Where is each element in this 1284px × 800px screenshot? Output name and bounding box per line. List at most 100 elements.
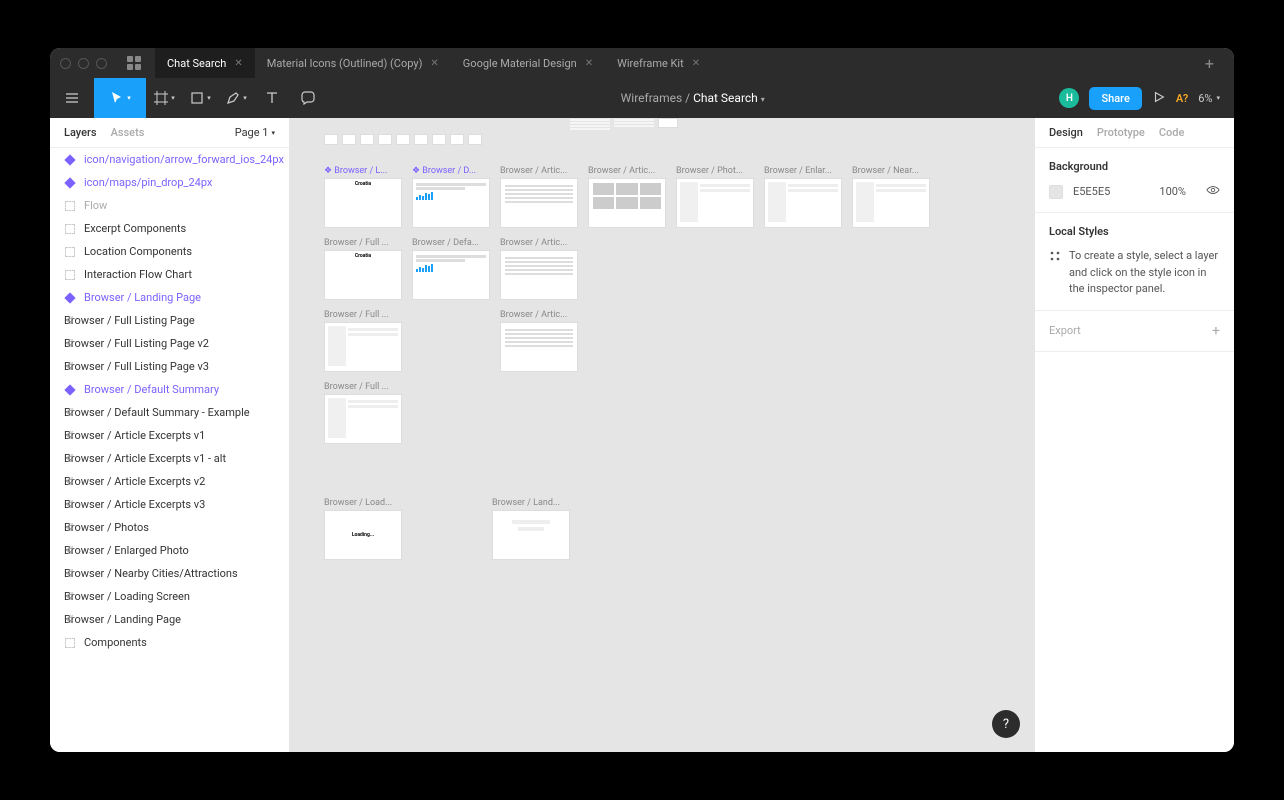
frame-thumbnail[interactable]: Croatia bbox=[324, 250, 402, 300]
tiny-frame[interactable] bbox=[324, 134, 338, 145]
layer-row[interactable]: Components bbox=[50, 631, 289, 654]
layer-row[interactable]: Browser / Article Excerpts v1 bbox=[50, 424, 289, 447]
comment-tool[interactable] bbox=[290, 78, 326, 118]
frame-thumbnail[interactable] bbox=[412, 250, 490, 300]
layer-row[interactable]: Browser / Loading Screen bbox=[50, 585, 289, 608]
background-opacity[interactable]: 100% bbox=[1159, 185, 1186, 198]
frame-label[interactable]: Browser / Artic... bbox=[500, 310, 578, 320]
layer-row[interactable]: Browser / Article Excerpts v2 bbox=[50, 470, 289, 493]
breadcrumb[interactable]: Wireframes / Chat Search ▾ bbox=[326, 91, 1059, 105]
background-hex[interactable]: E5E5E5 bbox=[1073, 185, 1110, 198]
prototype-tab[interactable]: Prototype bbox=[1097, 126, 1145, 139]
help-button[interactable]: ? bbox=[992, 710, 1020, 738]
layer-row[interactable]: Browser / Landing Page bbox=[50, 608, 289, 631]
frame-thumbnail[interactable]: Loading... bbox=[324, 510, 402, 560]
file-tab[interactable]: Google Material Design✕ bbox=[451, 48, 605, 78]
canvas-frame[interactable]: ❖ Browser / L... Croatia bbox=[324, 166, 402, 228]
frame-thumbnail[interactable] bbox=[324, 322, 402, 372]
canvas-frame[interactable]: Browser / Full ... Croatia bbox=[324, 238, 402, 300]
layer-row[interactable]: Browser / Full Listing Page v2 bbox=[50, 332, 289, 355]
tiny-frame[interactable] bbox=[414, 134, 428, 145]
canvas-frame[interactable]: Browser / Enlar... bbox=[764, 166, 842, 228]
close-window-icon[interactable] bbox=[60, 58, 71, 69]
tiny-frame[interactable] bbox=[360, 134, 374, 145]
layer-row[interactable]: Location Components bbox=[50, 240, 289, 263]
close-tab-icon[interactable]: ✕ bbox=[430, 58, 438, 69]
frame-thumbnail[interactable] bbox=[500, 178, 578, 228]
frame-label[interactable]: Browser / Defa... bbox=[412, 238, 490, 248]
frame-label[interactable]: Browser / Artic... bbox=[588, 166, 666, 176]
user-avatar[interactable]: H bbox=[1059, 88, 1079, 108]
frame-label[interactable]: Browser / Full ... bbox=[324, 382, 402, 392]
layer-row[interactable]: icon/maps/pin_drop_24px bbox=[50, 171, 289, 194]
file-tab[interactable]: Wireframe Kit✕ bbox=[605, 48, 712, 78]
tiny-frame[interactable] bbox=[396, 134, 410, 145]
frame-label[interactable]: Browser / Artic... bbox=[500, 238, 578, 248]
frame-thumbnail[interactable] bbox=[492, 510, 570, 560]
canvas-frame[interactable]: Browser / Land... bbox=[492, 498, 570, 560]
layer-row[interactable]: Browser / Full Listing Page bbox=[50, 309, 289, 332]
layer-row[interactable]: Browser / Default Summary - Example bbox=[50, 401, 289, 424]
tiny-frame[interactable] bbox=[432, 134, 446, 145]
canvas[interactable]: ? ❖ Browser / L... Croatia ❖ Browser / D..… bbox=[290, 118, 1034, 752]
layer-row[interactable]: Interaction Flow Chart bbox=[50, 263, 289, 286]
layers-tab[interactable]: Layers bbox=[64, 126, 97, 139]
layer-row[interactable]: Browser / Landing Page bbox=[50, 286, 289, 309]
frame-label[interactable]: Browser / Full ... bbox=[324, 238, 402, 248]
frame-label[interactable]: ❖ Browser / D... bbox=[412, 166, 490, 176]
canvas-frame[interactable]: Browser / Artic... bbox=[500, 310, 578, 372]
layer-row[interactable]: Browser / Nearby Cities/Attractions bbox=[50, 562, 289, 585]
main-menu-button[interactable] bbox=[50, 78, 94, 118]
frame-thumbnail[interactable] bbox=[500, 250, 578, 300]
layer-row[interactable]: Browser / Article Excerpts v3 bbox=[50, 493, 289, 516]
tiny-frame[interactable] bbox=[342, 134, 356, 145]
frame-label[interactable]: Browser / Near... bbox=[852, 166, 930, 176]
pen-tool[interactable]: ▾ bbox=[218, 78, 254, 118]
frame-thumbnail[interactable] bbox=[852, 178, 930, 228]
frame-thumbnail[interactable]: Croatia bbox=[324, 178, 402, 228]
share-button[interactable]: Share bbox=[1089, 87, 1141, 110]
notification-badge[interactable]: A? bbox=[1176, 92, 1188, 105]
maximize-window-icon[interactable] bbox=[96, 58, 107, 69]
text-tool[interactable] bbox=[254, 78, 290, 118]
canvas-frame[interactable]: Browser / Full ... bbox=[324, 310, 402, 372]
frame-label[interactable]: Browser / Phot... bbox=[676, 166, 754, 176]
close-tab-icon[interactable]: ✕ bbox=[692, 58, 700, 69]
present-button[interactable] bbox=[1152, 89, 1166, 108]
tiny-frame[interactable] bbox=[658, 118, 678, 128]
frame-thumbnail[interactable] bbox=[324, 394, 402, 444]
canvas-frame[interactable]: Browser / Defa... bbox=[412, 238, 490, 300]
design-tab[interactable]: Design bbox=[1049, 126, 1083, 139]
frame-thumbnail[interactable] bbox=[676, 178, 754, 228]
frame-label[interactable]: Browser / Full ... bbox=[324, 310, 402, 320]
canvas-frame[interactable]: Browser / Artic... bbox=[588, 166, 666, 228]
canvas-frame[interactable]: Browser / Phot... bbox=[676, 166, 754, 228]
code-tab[interactable]: Code bbox=[1159, 126, 1185, 139]
move-tool[interactable]: ▾ bbox=[94, 78, 146, 118]
frame-label[interactable]: ❖ Browser / L... bbox=[324, 166, 402, 176]
frame-thumbnail[interactable] bbox=[764, 178, 842, 228]
canvas-frame[interactable]: Browser / Artic... bbox=[500, 166, 578, 228]
tiny-frame[interactable] bbox=[450, 134, 464, 145]
frame-label[interactable]: Browser / Load... bbox=[324, 498, 402, 508]
frame-thumbnail[interactable] bbox=[412, 178, 490, 228]
canvas-frame[interactable]: Browser / Artic... bbox=[500, 238, 578, 300]
layer-row[interactable]: icon/navigation/arrow_forward_ios_24px bbox=[50, 148, 289, 171]
frame-label[interactable]: Browser / Artic... bbox=[500, 166, 578, 176]
close-tab-icon[interactable]: ✕ bbox=[234, 58, 242, 69]
canvas-frame[interactable]: ❖ Browser / D... bbox=[412, 166, 490, 228]
zoom-control[interactable]: 6%▾ bbox=[1198, 92, 1220, 105]
add-export-button[interactable]: + bbox=[1212, 323, 1220, 339]
shape-tool[interactable]: ▾ bbox=[182, 78, 218, 118]
layer-row[interactable]: Browser / Enlarged Photo bbox=[50, 539, 289, 562]
canvas-frame[interactable]: Browser / Full ... bbox=[324, 382, 402, 444]
frame-label[interactable]: Browser / Enlar... bbox=[764, 166, 842, 176]
frame-thumbnail[interactable] bbox=[500, 322, 578, 372]
assets-tab[interactable]: Assets bbox=[111, 126, 145, 139]
close-tab-icon[interactable]: ✕ bbox=[585, 58, 593, 69]
frame-tool[interactable]: ▾ bbox=[146, 78, 182, 118]
background-swatch[interactable] bbox=[1049, 185, 1063, 199]
layer-row[interactable]: Browser / Default Summary bbox=[50, 378, 289, 401]
layer-row[interactable]: Browser / Article Excerpts v1 - alt bbox=[50, 447, 289, 470]
canvas-frame[interactable]: Browser / Near... bbox=[852, 166, 930, 228]
